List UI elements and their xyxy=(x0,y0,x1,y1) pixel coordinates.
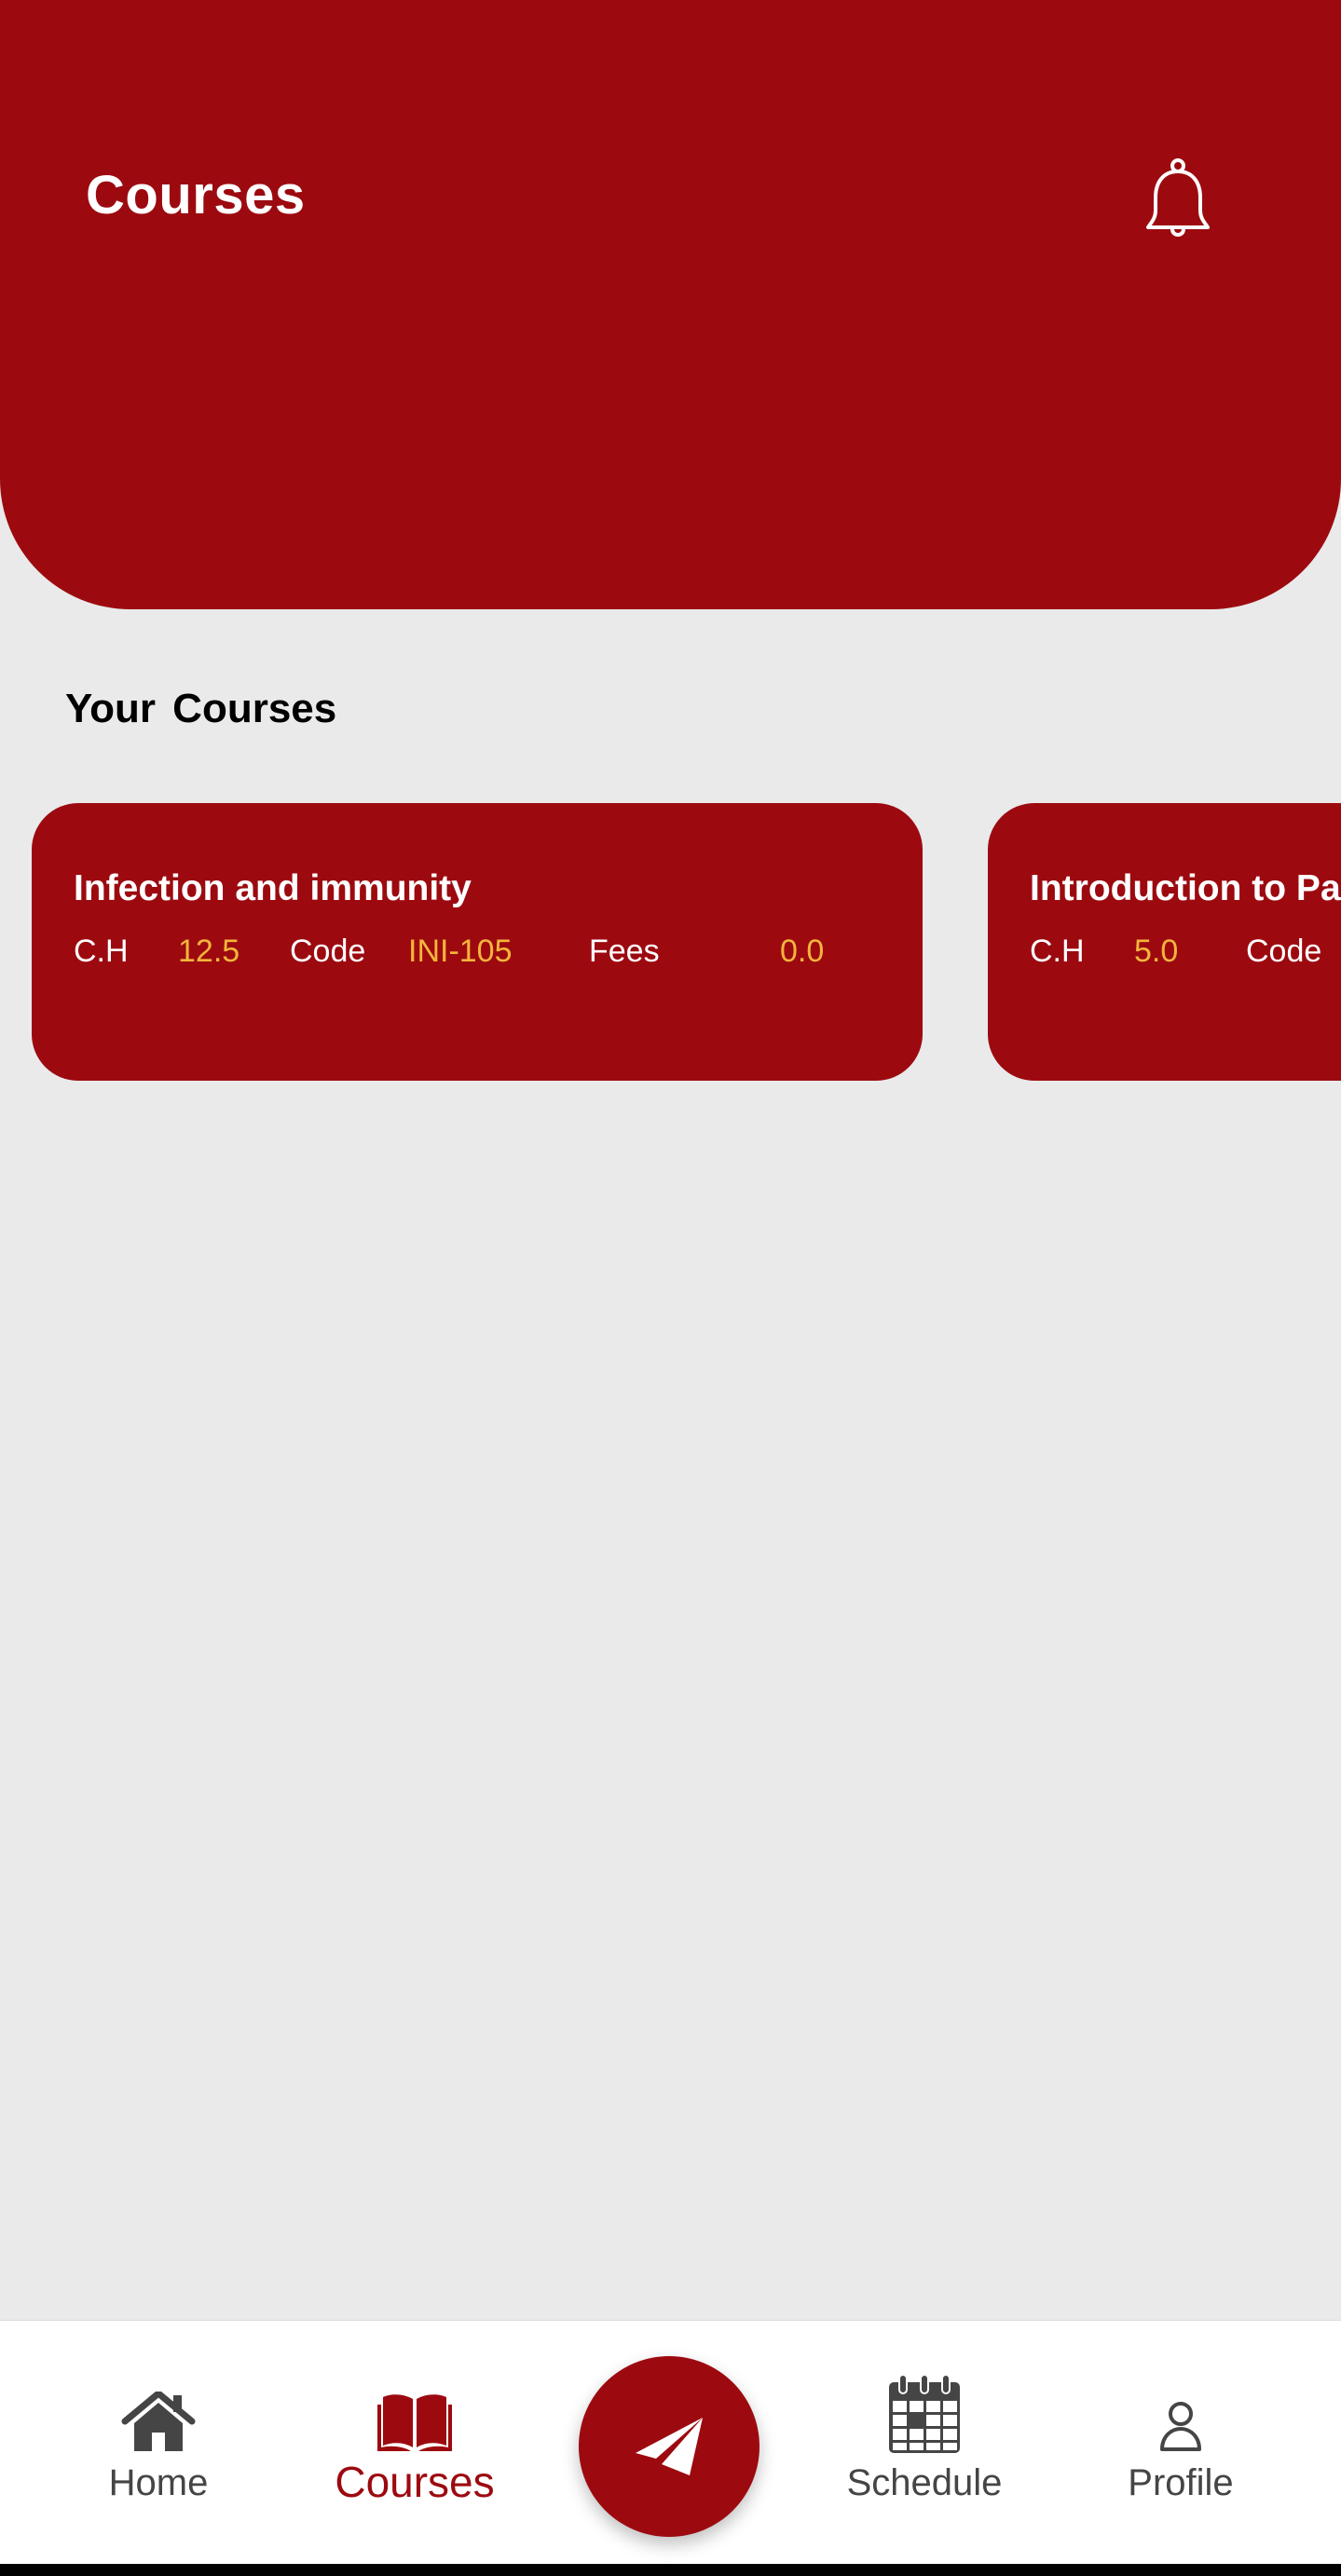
course-card[interactable]: Infection and immunity C.H 12.5 Code INI… xyxy=(32,803,923,1081)
code-label: Code xyxy=(290,934,366,969)
course-title: Infection and immunity xyxy=(74,868,472,908)
fees-label: Fees xyxy=(589,934,660,969)
nav-label: Home xyxy=(108,2462,209,2503)
calendar-icon xyxy=(883,2375,966,2453)
header: Courses xyxy=(0,0,1341,609)
bell-icon xyxy=(1146,158,1210,237)
nav-label: Profile xyxy=(1128,2462,1234,2503)
page-title: Courses xyxy=(86,165,306,225)
user-icon xyxy=(1139,2378,1223,2453)
home-icon xyxy=(116,2378,200,2453)
nav-item-schedule[interactable]: Schedule xyxy=(822,2321,1027,2565)
credit-hours-value: 5.0 xyxy=(1134,934,1179,969)
paper-plane-icon xyxy=(636,2418,703,2475)
nav-item-courses[interactable]: Courses xyxy=(312,2321,517,2565)
courses-carousel[interactable]: Infection and immunity C.H 12.5 Code INI… xyxy=(0,803,1341,1081)
nav-label: Schedule xyxy=(846,2462,1003,2503)
send-button[interactable] xyxy=(579,2356,759,2537)
system-bar xyxy=(0,2564,1341,2576)
book-open-icon xyxy=(373,2378,457,2453)
courses-screen: Courses Your Courses Infection and immun… xyxy=(0,0,1341,2576)
your-courses-heading: Your Courses xyxy=(65,686,337,731)
nav-item-profile[interactable]: Profile xyxy=(1078,2321,1283,2565)
credit-hours-label: C.H xyxy=(74,934,129,969)
fees-value: 0.0 xyxy=(780,934,825,969)
nav-item-home[interactable]: Home xyxy=(56,2321,261,2565)
code-value: INI-105 xyxy=(408,934,513,969)
credit-hours-value: 12.5 xyxy=(178,934,240,969)
code-label: Code xyxy=(1246,934,1322,969)
course-card[interactable]: Introduction to Pa C.H 5.0 Code xyxy=(988,803,1341,1081)
notifications-button[interactable] xyxy=(1141,157,1215,242)
credit-hours-label: C.H xyxy=(1030,934,1085,969)
nav-label: Courses xyxy=(335,2458,495,2506)
course-title: Introduction to Pa xyxy=(1030,868,1341,908)
